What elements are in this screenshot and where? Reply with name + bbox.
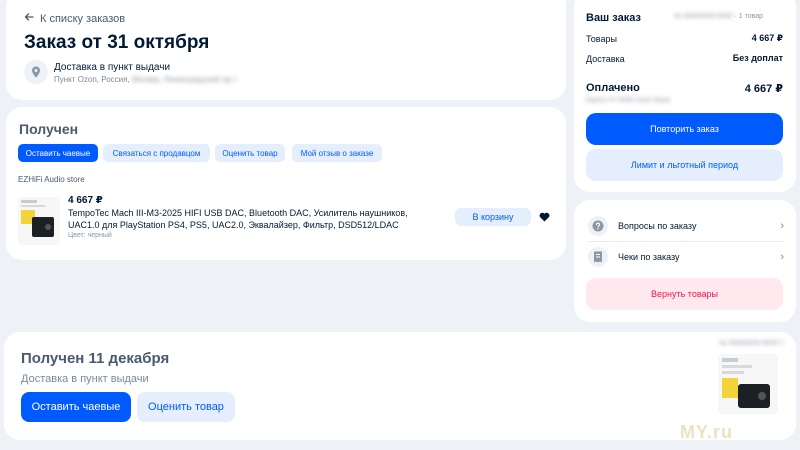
shipment-card: Получен 11 декабря Доставка в пункт выда…	[4, 332, 796, 440]
store-name[interactable]: EZHiFi Audio store	[18, 175, 85, 184]
receipts-label: Чеки по заказу	[618, 252, 680, 262]
summary-title: Ваш заказ	[586, 12, 641, 24]
return-goods-button[interactable]: Вернуть товары	[586, 278, 783, 310]
shipment-tip-button[interactable]: Оставить чаевые	[21, 392, 131, 422]
product-name[interactable]: TempoTec Mach III-M3-2025 HIFI USB DAC, …	[68, 207, 440, 231]
page-title: Заказ от 31 октября	[24, 32, 210, 53]
shipment-title: Получен 11 декабря	[21, 350, 170, 367]
order-header-card: К списку заказов Заказ от 31 октября Дос…	[6, 0, 566, 100]
payment-method-hidden: Карта •••• 0000 Ozon Банк	[586, 97, 671, 104]
shipment-product-image	[718, 354, 778, 414]
order-help-card: Вопросы по заказу › Чеки по заказу › Вер…	[574, 200, 796, 322]
order-number: № 00000000-0000 · 1 товар	[674, 13, 763, 20]
question-icon	[588, 216, 608, 236]
contact-seller-chip[interactable]: Связаться с продавцом	[103, 144, 210, 162]
rate-product-chip[interactable]: Оценить товар	[215, 144, 285, 162]
favorite-heart-icon[interactable]	[535, 208, 553, 226]
watermark: MY.ru	[680, 422, 734, 442]
received-card: Получен Оставить чаевые Связаться с прод…	[6, 107, 566, 260]
pickup-address: Пункт Ozon, Россия, Москва, Ленинградски…	[54, 75, 237, 84]
add-to-cart-button[interactable]: В корзину	[455, 208, 531, 226]
receipts-row[interactable]: Чеки по заказу ›	[588, 243, 784, 271]
delivery-value: Без доплат	[732, 53, 783, 63]
questions-row[interactable]: Вопросы по заказу ›	[588, 212, 784, 240]
product-thumbnail[interactable]	[18, 197, 60, 245]
delivery-type: Доставка в пункт выдачи	[54, 62, 171, 73]
address-prefix: Пункт Ozon, Россия,	[54, 75, 130, 84]
goods-label: Товары	[586, 34, 617, 44]
paid-label: Оплачено	[586, 82, 640, 94]
arrow-left-icon	[24, 12, 34, 25]
shipment-number-hidden: № 00000000-0000-1	[719, 340, 784, 347]
address-hidden: Москва, Ленинградский пр-т	[131, 75, 237, 84]
paid-value: 4 667 ₽	[744, 83, 783, 95]
shipment-product-thumbnail[interactable]	[718, 354, 778, 414]
questions-label: Вопросы по заказу	[618, 221, 697, 231]
product-image	[18, 197, 60, 245]
receipt-icon	[588, 247, 608, 267]
my-review-chip[interactable]: Мой отзыв о заказе	[292, 144, 382, 162]
product-price: 4 667 ₽	[68, 195, 103, 206]
product-color: Цвет: черный	[68, 232, 112, 239]
chevron-right-icon: ›	[780, 220, 784, 232]
tip-chip[interactable]: Оставить чаевые	[18, 144, 98, 162]
order-number-hidden: № 00000000-0000	[674, 13, 733, 20]
back-link[interactable]: К списку заказов	[24, 12, 125, 25]
status-title: Получен	[19, 121, 79, 137]
location-pin-icon	[24, 60, 48, 84]
help-divider	[588, 241, 784, 242]
shipment-subtitle: Доставка в пункт выдачи	[21, 373, 149, 385]
credit-limit-button[interactable]: Лимит и льготный период	[586, 149, 783, 181]
order-summary-card: Ваш заказ № 00000000-0000 · 1 товар Това…	[574, 0, 796, 192]
shipment-rate-button[interactable]: Оценить товар	[137, 392, 235, 422]
items-count: · 1 товар	[734, 13, 764, 20]
delivery-label: Доставка	[586, 54, 625, 64]
goods-value: 4 667 ₽	[751, 33, 783, 43]
chevron-right-icon: ›	[780, 251, 784, 263]
repeat-order-button[interactable]: Повторить заказ	[586, 113, 783, 145]
back-link-label: К списку заказов	[40, 12, 126, 25]
